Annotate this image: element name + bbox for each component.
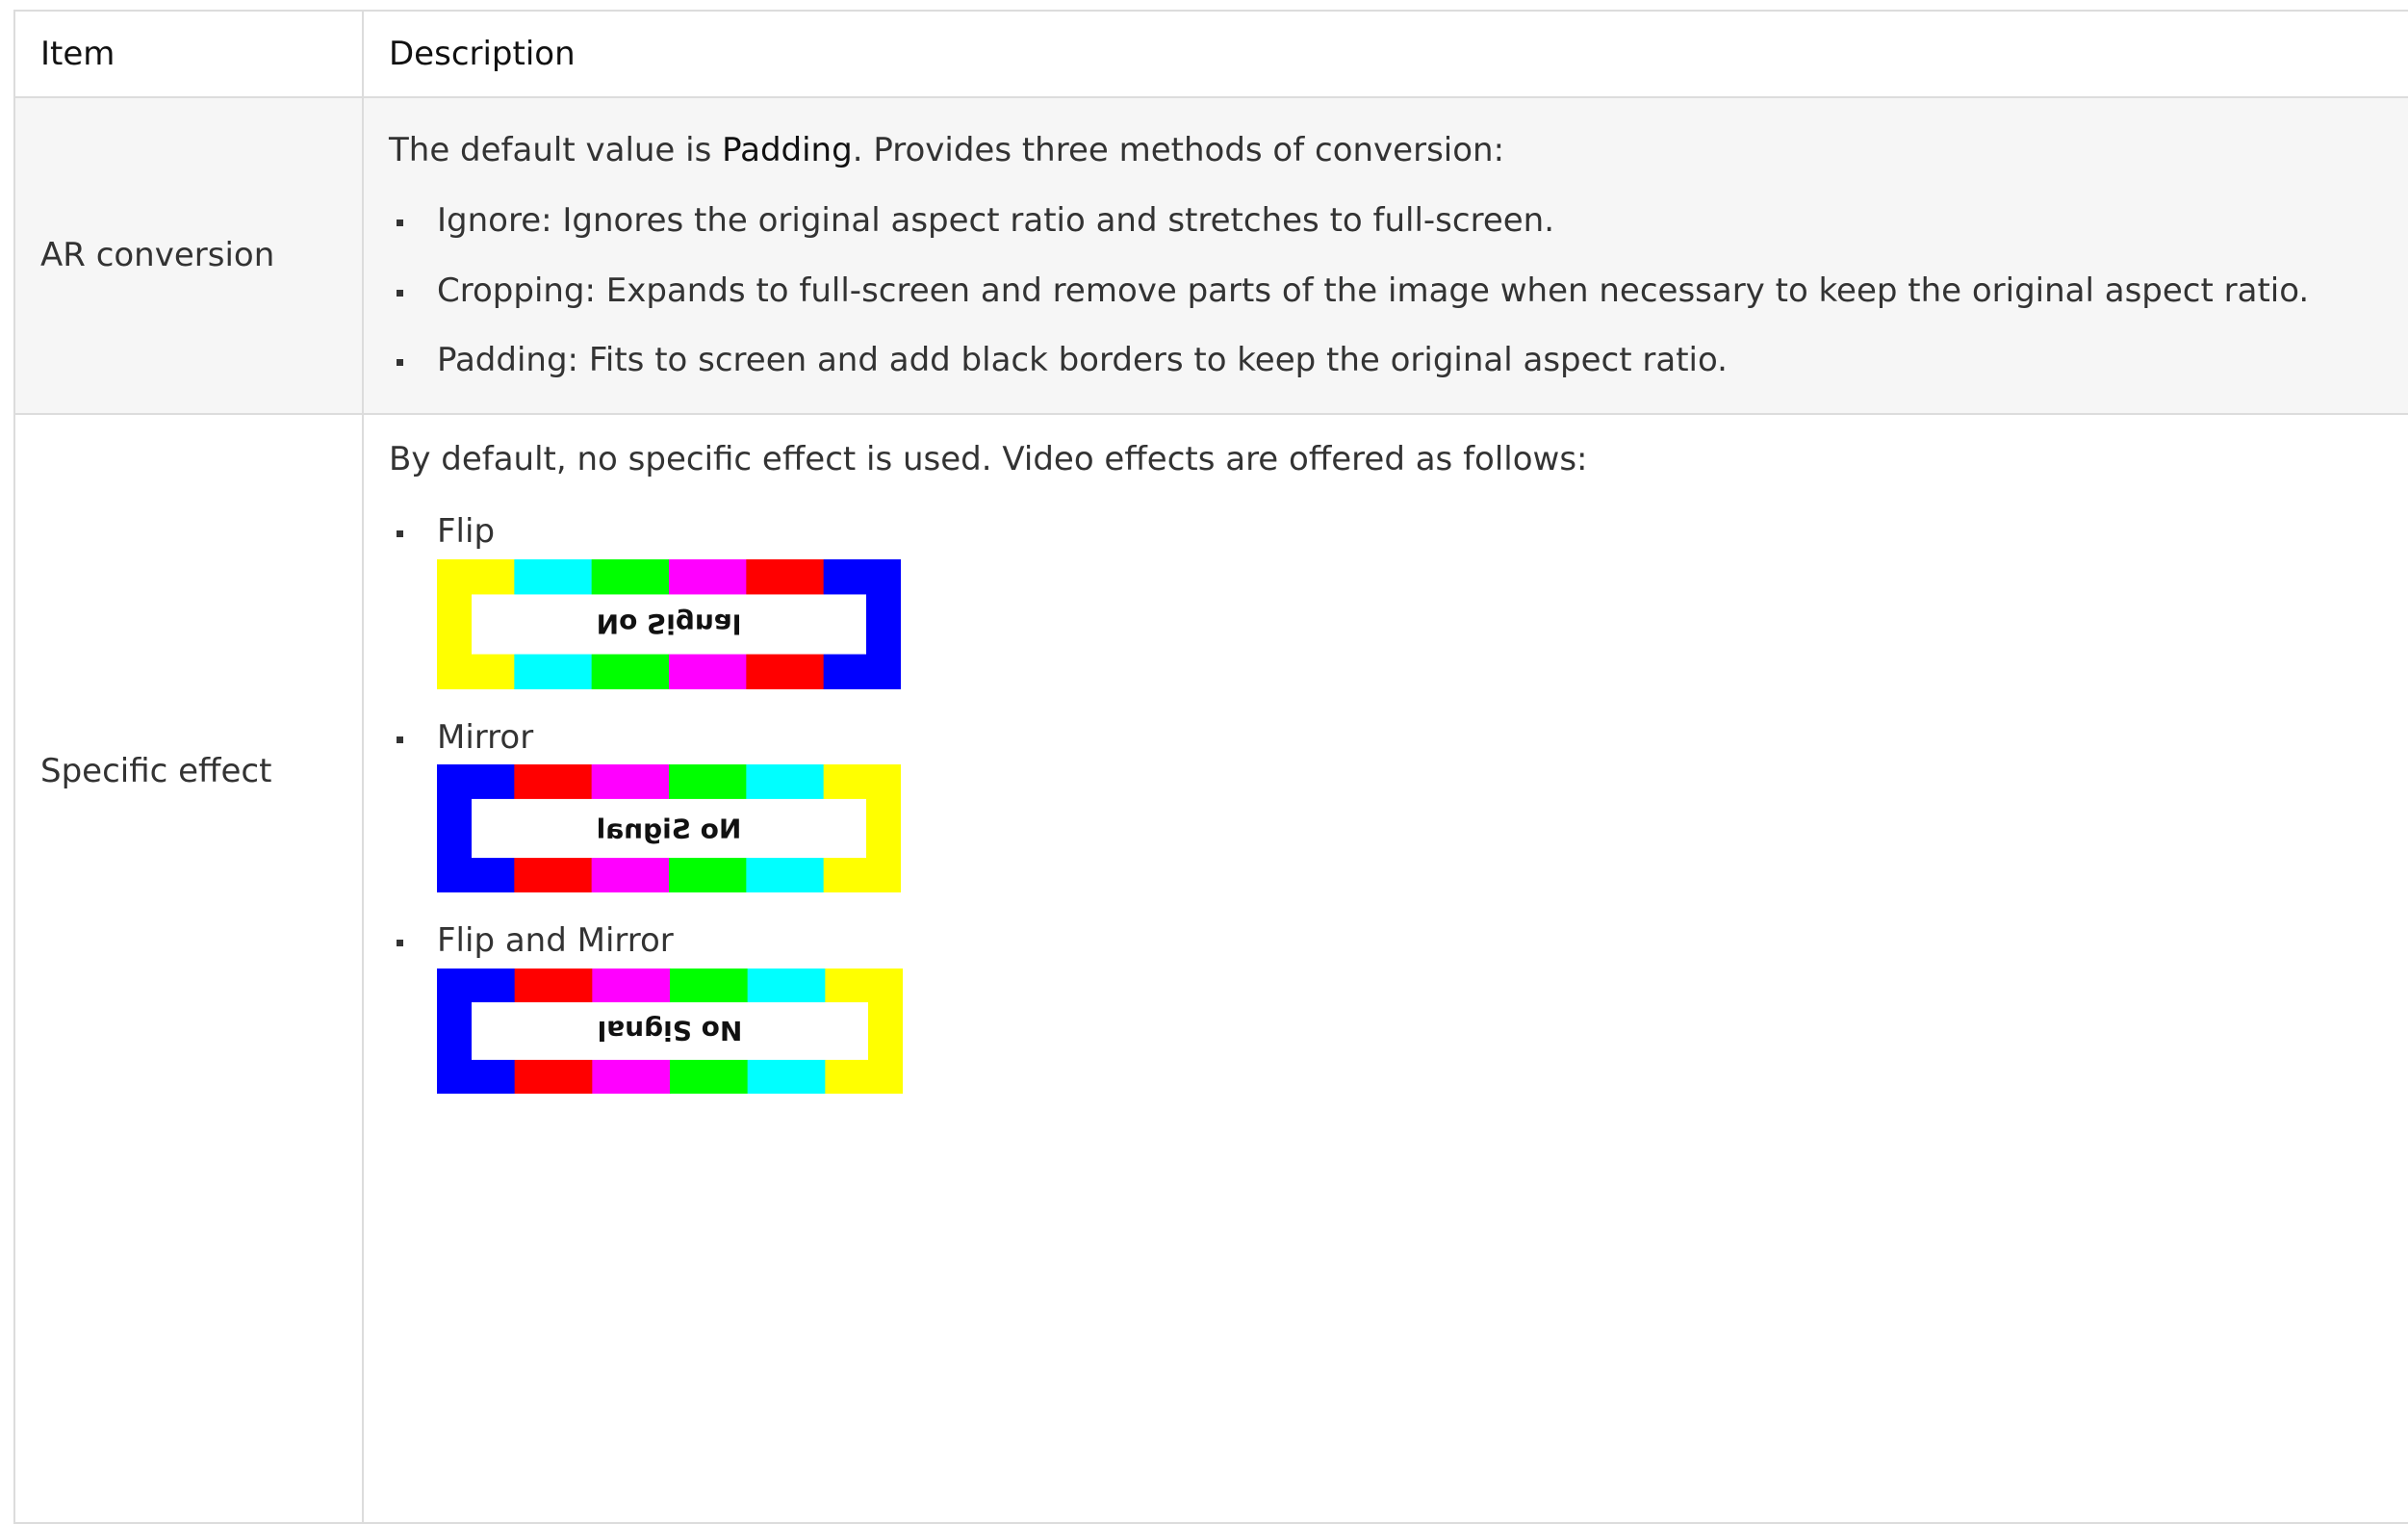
table-row: Specific effect By default, no specific … <box>13 413 2408 1524</box>
list-item-flip: Flip <box>389 512 2408 552</box>
intro-text-suffix: . Provides three methods of conversion: <box>852 130 1505 169</box>
conversion-method-list: Ignore: Ignores the original aspect rati… <box>389 201 2408 380</box>
settings-table: Item Description AR conversion The defau… <box>13 10 2408 1524</box>
row-description-specific-effect: By default, no specific effect is used. … <box>362 413 2408 1524</box>
intro-text-prefix: The default value is <box>389 130 723 169</box>
flip-preview-image: No Signal <box>437 558 901 689</box>
column-header-description: Description <box>362 10 2408 98</box>
row-item-specific-effect: Specific effect <box>13 413 364 1524</box>
list-item-cropping: Cropping: Expands to full-screen and rem… <box>389 271 2408 311</box>
no-signal-text: No Signal <box>597 607 742 639</box>
list-item-padding: Padding: Fits to screen and add black bo… <box>389 341 2408 380</box>
row-description-ar-conversion: The default value is Padding. Provides t… <box>362 96 2408 415</box>
effect-list: Flip <box>389 512 2408 552</box>
description-intro: By default, no specific effect is used. … <box>389 440 1588 478</box>
table-header-row: Item Description <box>13 10 2408 98</box>
description-intro: The default value is Padding. Provides t… <box>389 131 2408 170</box>
mirror-preview-image: No Signal <box>437 764 901 893</box>
list-item-flip-and-mirror: Flip and Mirror <box>389 921 2408 961</box>
table-row: AR conversion The default value is Paddi… <box>13 96 2408 415</box>
effect-list: Flip and Mirror <box>389 921 2408 961</box>
list-item-mirror: Mirror <box>389 718 2408 758</box>
row-item-ar-conversion: AR conversion <box>13 96 364 415</box>
column-header-item: Item <box>13 10 364 98</box>
no-signal-text: No Signal <box>598 1015 743 1046</box>
flip-and-mirror-preview-image: No Signal <box>437 969 903 1095</box>
default-value-emphasis: Padding <box>722 130 853 169</box>
effect-list: Mirror <box>389 718 2408 758</box>
list-item-ignore: Ignore: Ignores the original aspect rati… <box>389 201 2408 241</box>
no-signal-text: No Signal <box>597 814 742 845</box>
